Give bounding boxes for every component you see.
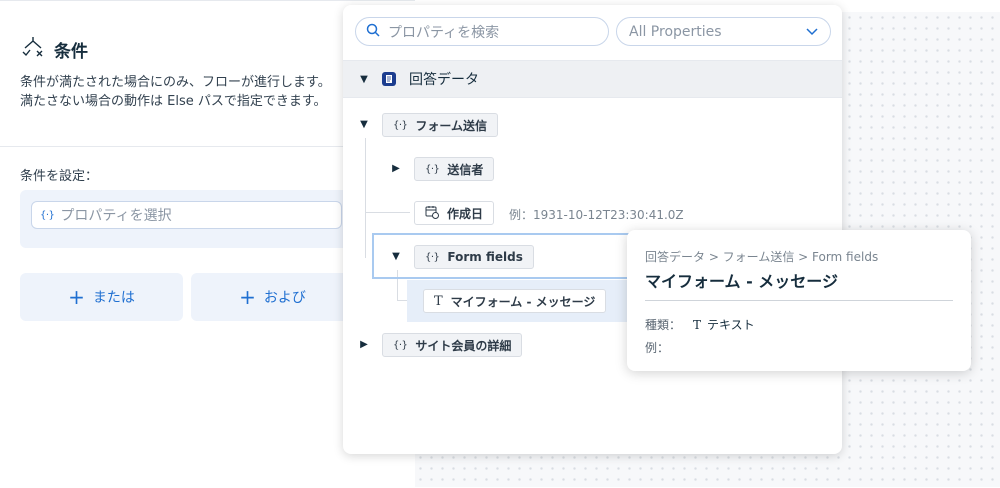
panel-title: 条件: [54, 41, 88, 62]
tooltip-breadcrumb: 回答データ > フォーム送信 > Form fields: [645, 250, 879, 264]
calendar-clock-icon: [425, 205, 439, 222]
text-type-icon: T: [693, 317, 702, 332]
tree-line: [365, 212, 410, 213]
chevron-down-icon: [806, 24, 818, 40]
variable-icon: {·}: [425, 251, 440, 263]
caret-right-icon[interactable]: ▶: [391, 163, 401, 174]
and-label: および: [263, 290, 306, 306]
tree-root-row[interactable]: ▼ 回答データ: [343, 60, 842, 98]
caret-down-icon: ▼: [360, 73, 368, 85]
caret-down-icon[interactable]: ▼: [359, 119, 369, 130]
tree-item-submitter[interactable]: {·} 送信者: [414, 157, 495, 181]
property-search-input[interactable]: プロパティを検索: [355, 17, 609, 46]
tooltip-title: マイフォーム - メッセージ: [645, 272, 838, 291]
tree-item-my-form-message[interactable]: T マイフォーム - メッセージ: [423, 289, 607, 313]
tree-item-form-fields[interactable]: {·} Form fields: [414, 245, 534, 269]
plus-icon: +: [239, 285, 256, 309]
add-and-button[interactable]: + および: [191, 273, 354, 321]
property-placeholder: プロパティを選択: [60, 208, 172, 224]
variable-icon: {·}: [393, 119, 408, 131]
tree-item-label: 作成日: [447, 206, 484, 221]
tree-item-label: マイフォーム - メッセージ: [450, 294, 596, 309]
example-label: 例：: [645, 341, 670, 355]
caret-right-icon[interactable]: ▶: [359, 339, 369, 350]
or-label: または: [92, 290, 135, 306]
variable-icon: {·}: [425, 163, 440, 175]
condition-icon: [20, 34, 46, 64]
plus-icon: +: [68, 285, 85, 309]
filter-value: All Properties: [629, 23, 722, 40]
tree-item-member-details[interactable]: {·} サイト会員の詳細: [382, 333, 523, 357]
variable-icon: {·}: [393, 339, 408, 351]
root-label: 回答データ: [409, 72, 479, 88]
tree-item-label: サイト会員の詳細: [415, 338, 512, 353]
type-value: T テキスト: [693, 316, 755, 333]
caret-down-icon[interactable]: ▼: [391, 251, 401, 262]
tooltip-type-row: 種類： T テキスト: [645, 316, 755, 333]
condition-label: 条件を設定：: [20, 169, 99, 184]
type-label: 種類：: [645, 318, 682, 332]
property-select-input[interactable]: {·} プロパティを選択: [31, 201, 342, 229]
tree-line: [365, 138, 366, 258]
variable-icon: {·}: [40, 209, 55, 221]
property-filter-select[interactable]: All Properties: [616, 17, 831, 46]
text-type-icon: T: [434, 293, 443, 309]
add-or-button[interactable]: + または: [20, 273, 183, 321]
tooltip-divider: [645, 300, 953, 301]
tooltip-example-row: 例：: [645, 339, 669, 356]
tree-item-label: 送信者: [447, 162, 484, 177]
form-data-icon: [381, 71, 397, 87]
tree-item-label: Form fields: [447, 250, 523, 264]
type-value-text: テキスト: [707, 318, 755, 332]
tree-item-label: フォーム送信: [415, 118, 488, 133]
created-date-example: 例：1931-10-12T23:30:41.0Z: [509, 208, 684, 222]
search-placeholder: プロパティを検索: [388, 24, 500, 41]
search-icon: [366, 23, 380, 41]
property-tooltip: 回答データ > フォーム送信 > Form fields マイフォーム - メッ…: [627, 230, 971, 371]
tree-item-created-date[interactable]: 作成日: [414, 201, 495, 225]
panel-description: 条件が満たされた場合にのみ、フローが進行します。満たさない場合の動作は Else…: [20, 75, 331, 109]
tree-item-form-submission[interactable]: {·} フォーム送信: [382, 113, 499, 137]
panel-header: 条件: [20, 34, 88, 64]
